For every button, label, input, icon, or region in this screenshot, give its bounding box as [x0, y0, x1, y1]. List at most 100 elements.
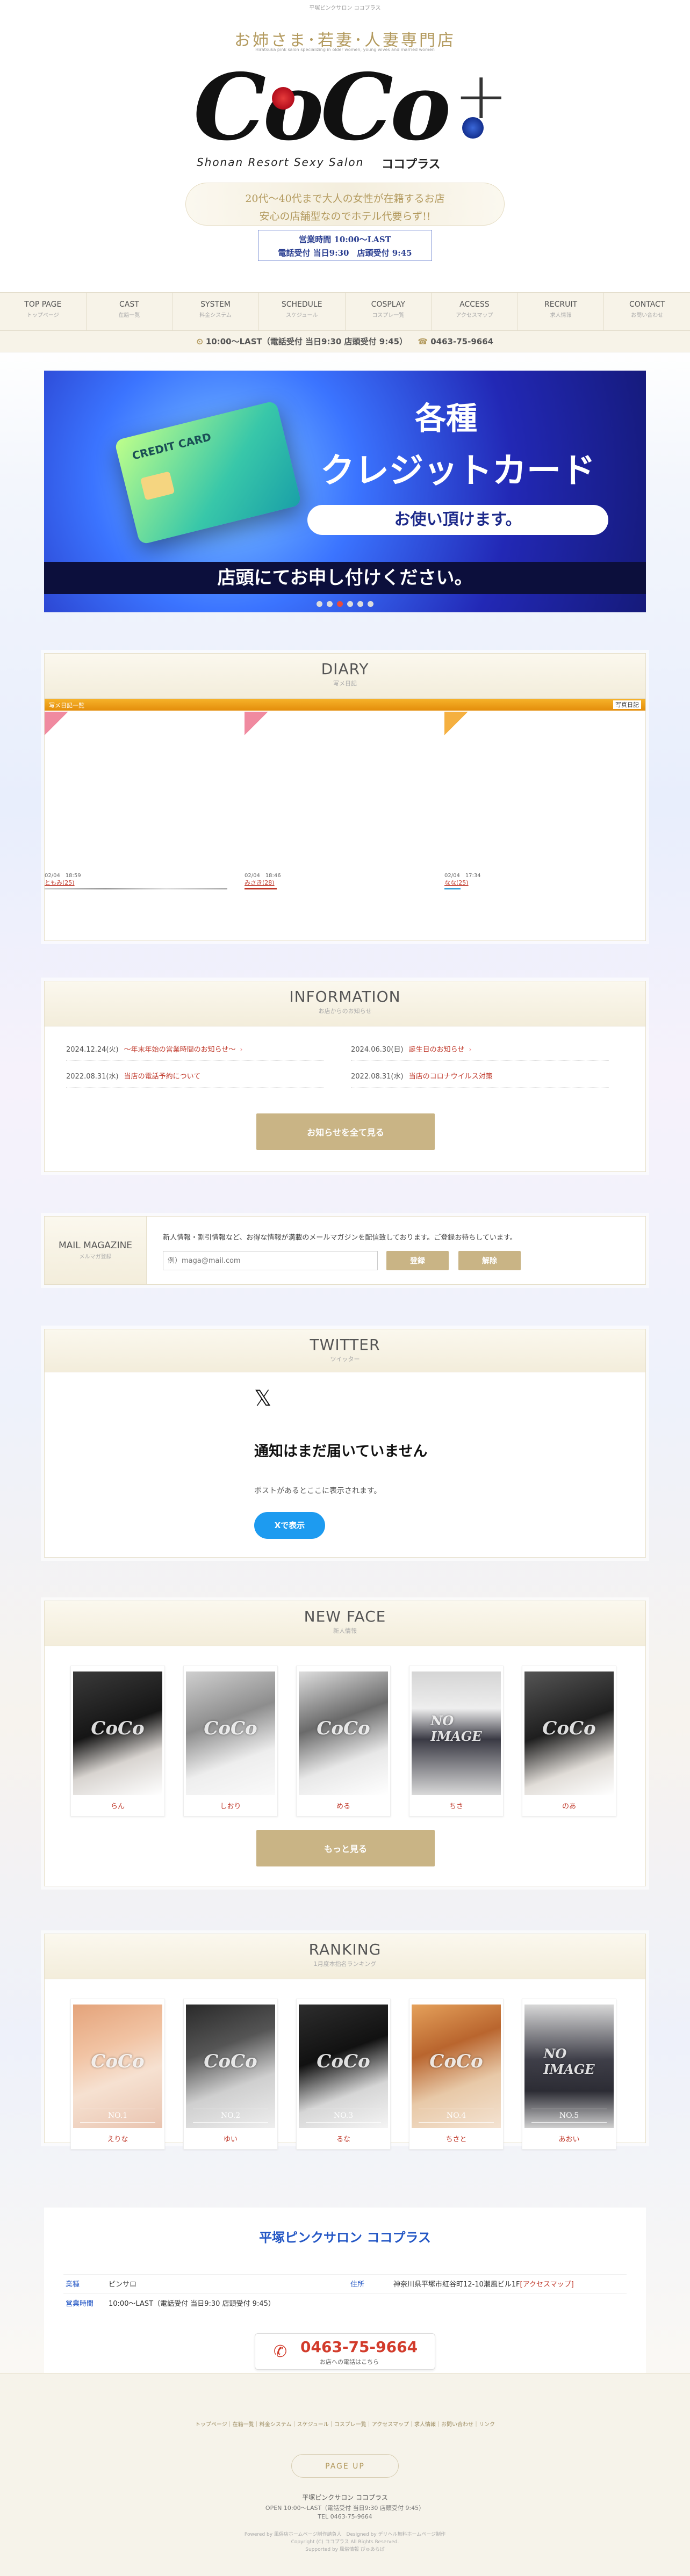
- ranking-card[interactable]: CoCo NO.4 ちさと: [409, 1999, 504, 2150]
- watermark: CoCo: [542, 1717, 596, 1739]
- cast-name: しおり: [220, 1803, 241, 1811]
- hours-value: 10:00〜LAST: [334, 235, 391, 244]
- all-news-button[interactable]: お知らせを全て見る: [256, 1113, 435, 1150]
- nav-cast[interactable]: CAST 在籍一覧: [87, 293, 173, 330]
- cast-name: ちさと: [445, 2136, 467, 2144]
- newface-card[interactable]: CoCo める: [296, 1666, 391, 1817]
- header-desc-box: 20代〜40代まで大人の女性が在籍するお店 安心の店舗型なのでホテル代要らず!!: [185, 183, 505, 226]
- shop-phone-sub: お店への電話はこちら: [320, 2358, 379, 2365]
- cast-name: のあ: [562, 1803, 576, 1811]
- info-title[interactable]: 当店のコロナウイルス対策: [409, 1073, 493, 1081]
- ranking-card[interactable]: CoCo NO.3 るな: [296, 1999, 391, 2150]
- chip-icon: [140, 471, 175, 501]
- info-item[interactable]: 2024.06.30(日) 誕生日のお知らせ ›: [351, 1044, 609, 1061]
- diary-name[interactable]: みさき(28): [245, 878, 275, 887]
- nav-label: SCHEDULE: [281, 300, 322, 309]
- red-rose-icon: [272, 87, 294, 110]
- diary-name[interactable]: なな(25): [444, 878, 469, 887]
- header-desc1: 20代〜40代まで大人の女性が在籍するお店: [245, 193, 445, 205]
- newface-card[interactable]: CoCo らん: [70, 1666, 165, 1817]
- nav-label: SYSTEM: [200, 300, 231, 309]
- mail-magazine-section: MAIL MAGAZINE メルマガ登録 新人情報・割引情報など、お得な情報が満…: [44, 1216, 646, 1285]
- nav-contact[interactable]: CONTACT お問い合わせ: [604, 293, 690, 330]
- section-subtitle: ツイッター: [330, 1356, 360, 1363]
- credit-card-illustration: CREDIT CARD: [114, 400, 302, 545]
- twitter-empty-title: 通知はまだ届いていません: [254, 1443, 428, 1460]
- newface-card[interactable]: CoCo しおり: [183, 1666, 278, 1817]
- diary-entry[interactable]: 02/04 17:34 なな(25): [444, 712, 643, 889]
- watermark: CoCo: [91, 2050, 145, 2072]
- slider-dots: [44, 599, 646, 609]
- view-on-x-button[interactable]: Xで表示: [254, 1512, 325, 1539]
- new-ribbon: [245, 712, 268, 735]
- footer-support[interactable]: Supported by 風俗情報 ぴゅあらば: [0, 2545, 690, 2552]
- nav-system[interactable]: SYSTEM 料金システム: [172, 293, 259, 330]
- newface-card[interactable]: CoCo のあ: [522, 1666, 616, 1817]
- mail-cancel-button[interactable]: 解除: [458, 1251, 521, 1270]
- diary-bar-label: 写メ日記一覧: [49, 702, 84, 709]
- diary-entry[interactable]: 02/04 18:46 みさき(28): [245, 712, 443, 889]
- rank-label: NO.5: [531, 2109, 607, 2123]
- diary-entry[interactable]: 02/04 18:59 ともみ(25): [45, 712, 243, 889]
- nav-top[interactable]: TOP PAGE トップページ: [0, 293, 87, 330]
- ranking-section: RANKING 1月度本指名ランキング CoCo NO.1 えりな CoCo NO.2 ゆ…: [44, 1934, 646, 2150]
- ranking-card[interactable]: CoCo NO.2 ゆい: [183, 1999, 278, 2150]
- rank-label: NO.1: [80, 2109, 155, 2123]
- info-date: 2024.06.30(日): [351, 1046, 404, 1054]
- nav-access[interactable]: ACCESS アクセスマップ: [432, 293, 518, 330]
- nav-sublabel: 在籍一覧: [118, 313, 140, 319]
- cast-photo: CoCo: [186, 1671, 275, 1795]
- newface-head: NEW FACE 新人情報: [45, 1601, 645, 1646]
- shop-type-label: 業種: [66, 2281, 80, 2289]
- footer-shop-name: 平塚ピンクサロン ココプラス: [302, 2494, 388, 2501]
- footer-powered[interactable]: Powered by 風俗店ホームページ制作請負人 Designed by デリ…: [0, 2530, 690, 2537]
- ranking-card[interactable]: NO IMAGE NO.5 あおい: [522, 1999, 616, 2150]
- footer-links[interactable]: トップページ｜在籍一覧｜料金システム｜スケジュール｜コスプレ一覧｜アクセスマップ…: [0, 2420, 690, 2428]
- diary-bar-right[interactable]: 写真日記: [613, 700, 641, 709]
- slider-dot[interactable]: [317, 601, 322, 607]
- slider-dot[interactable]: [368, 601, 373, 607]
- access-map-link[interactable]: [アクセスマップ]: [520, 2281, 574, 2289]
- nav-recruit[interactable]: RECRUIT 求人情報: [518, 293, 605, 330]
- new-ribbon: [444, 712, 468, 735]
- info-title[interactable]: 当店の電話予約について: [124, 1073, 201, 1081]
- rank-label: NO.4: [419, 2109, 494, 2123]
- diary-name[interactable]: ともみ(25): [45, 878, 75, 887]
- logo[interactable]: CoCo + Shonan Resort Sexy Salon ココプラス: [183, 54, 516, 177]
- header-tagline: 平塚ピンクサロン ココプラス: [309, 5, 381, 11]
- nav-label: CONTACT: [629, 300, 665, 309]
- info-hours: 10:00〜LAST（電話受付 当日9:30 店頭受付 9:45）: [205, 337, 408, 346]
- nav-sublabel: 求人情報: [550, 313, 572, 319]
- footer-open: OPEN 10:00〜LAST（電話受付 当日9:30 店頭受付 9:45）: [265, 2505, 425, 2512]
- nav-label: TOP PAGE: [24, 300, 62, 309]
- slider-dot[interactable]: [327, 601, 333, 607]
- shop-hours-label: 営業時間: [66, 2300, 94, 2308]
- slider-dot[interactable]: [347, 601, 353, 607]
- footer-copyright: Copyright (C) ココプラス All Rights Reserved.: [291, 2539, 399, 2545]
- nav-cosplay[interactable]: COSPLAY コスプレ一覧: [346, 293, 432, 330]
- hero-banner[interactable]: CREDIT CARD 各種 クレジットカード お使い頂けます。 店頭にてお申し…: [44, 371, 646, 612]
- phone-reception: 電話受付 当日9:30: [278, 248, 349, 258]
- mail-email-input[interactable]: [163, 1251, 378, 1270]
- nav-schedule[interactable]: SCHEDULE スケジュール: [259, 293, 346, 330]
- info-item[interactable]: 2024.12.24(火) 〜年末年始の営業時間のお知らせ〜 ›: [66, 1044, 324, 1061]
- info-title[interactable]: 誕生日のお知らせ: [409, 1046, 465, 1054]
- x-logo-icon: 𝕏: [254, 1386, 272, 1411]
- slider-dot[interactable]: [357, 601, 363, 607]
- info-item[interactable]: 2022.08.31(水) 当店のコロナウイルス対策: [351, 1070, 609, 1088]
- shop-phone-button[interactable]: ✆ 0463-75-9664 お店への電話はこちら: [255, 2333, 435, 2370]
- footer: トップページ｜在籍一覧｜料金システム｜スケジュール｜コスプレ一覧｜アクセスマップ…: [0, 2373, 690, 2576]
- info-title[interactable]: 〜年末年始の営業時間のお知らせ〜: [124, 1046, 236, 1054]
- newface-card[interactable]: NO IMAGE ちさ: [409, 1666, 504, 1817]
- mail-register-button[interactable]: 登録: [386, 1251, 449, 1270]
- info-phone[interactable]: 0463-75-9664: [430, 337, 493, 346]
- logo-text: CoCo: [193, 54, 451, 161]
- info-item[interactable]: 2022.08.31(水) 当店の電話予約について: [66, 1070, 324, 1088]
- page-up-button[interactable]: PAGE UP: [291, 2454, 399, 2478]
- twitter-section: TWITTER ツイッター 𝕏 通知はまだ届いていません ポストがあるとここに表示…: [44, 1329, 646, 1558]
- ranking-card[interactable]: CoCo NO.1 えりな: [70, 1999, 165, 2150]
- slider-dot-active[interactable]: [337, 601, 343, 607]
- shop-phone: 0463-75-9664: [300, 2338, 418, 2356]
- more-newface-button[interactable]: もっと見る: [256, 1830, 435, 1866]
- section-title: MAIL MAGAZINE: [58, 1240, 133, 1251]
